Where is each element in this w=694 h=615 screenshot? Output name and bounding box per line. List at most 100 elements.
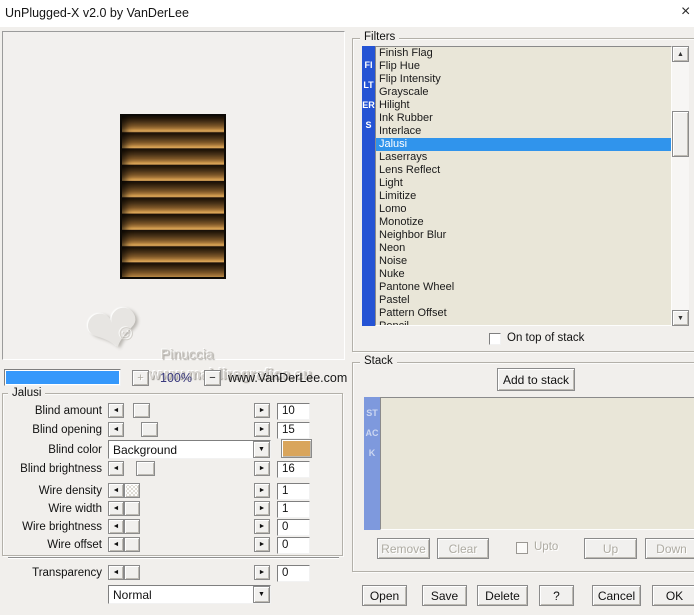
filter-list-item[interactable]: Pattern Offset [376, 307, 671, 320]
filter-list-item[interactable]: Interlace [376, 125, 671, 138]
preview-panel[interactable]: ❤ ☺ Pinuccia www.maidiregrafica.eu [2, 31, 345, 383]
slider-thumb[interactable] [136, 461, 155, 476]
chevron-down-icon[interactable]: ▼ [253, 586, 270, 603]
close-icon[interactable]: × [681, 3, 690, 21]
remove-button[interactable]: Remove [377, 538, 430, 559]
scrollbar-thumb[interactable] [672, 111, 689, 157]
scroll-up-icon[interactable]: ▲ [672, 46, 689, 62]
filter-list-item[interactable]: Hilight [376, 99, 671, 112]
stack-list[interactable] [380, 397, 694, 530]
param-value-input[interactable]: 1 [277, 483, 310, 500]
title-bar: UnPlugged-X v2.0 by VanDerLee × [0, 0, 694, 27]
blend-mode-dropdown[interactable]: Normal ▼ [108, 585, 271, 604]
filter-list-item[interactable]: Nuke [376, 268, 671, 281]
param-value-input[interactable]: 0 [277, 537, 310, 554]
filter-list-item[interactable]: Laserrays [376, 151, 671, 164]
slider-thumb[interactable] [124, 519, 140, 534]
arrow-right-icon[interactable]: ► [254, 403, 270, 418]
arrow-left-icon[interactable]: ◄ [108, 403, 124, 418]
filters-scrollbar[interactable]: ▲ ▼ [672, 46, 689, 326]
param-value-input[interactable]: 0 [277, 519, 310, 536]
filter-list-item[interactable]: Lomo [376, 203, 671, 216]
blind-color-swatch[interactable] [281, 439, 312, 458]
param-row-wire-brightness: Wire brightness ◄ ► 0 [0, 519, 345, 538]
param-value-input[interactable]: 10 [277, 403, 310, 420]
filter-list-item[interactable]: Neighbor Blur [376, 229, 671, 242]
down-button[interactable]: Down [645, 538, 694, 559]
arrow-right-icon[interactable]: ► [254, 565, 270, 580]
slider-thumb[interactable] [141, 422, 158, 437]
param-value-input[interactable]: 16 [277, 461, 310, 478]
param-label: Blind opening [32, 424, 102, 436]
filter-list-item[interactable]: Lens Reflect [376, 164, 671, 177]
filter-list-item[interactable]: Light [376, 177, 671, 190]
scroll-down-icon[interactable]: ▼ [672, 310, 689, 326]
arrow-right-icon[interactable]: ► [254, 519, 270, 534]
on-top-of-stack-checkbox[interactable] [489, 333, 501, 345]
param-label: Blind amount [34, 405, 102, 417]
clear-button[interactable]: Clear [437, 538, 489, 559]
progress-bar-fill [6, 371, 119, 384]
filter-list-item[interactable]: Flip Intensity [376, 73, 671, 86]
param-value-input[interactable]: 1 [277, 501, 310, 518]
filters-vertical-banner: FILTERS [362, 46, 375, 326]
arrow-left-icon[interactable]: ◄ [108, 483, 124, 498]
slider-thumb[interactable] [124, 565, 140, 580]
filter-list-item[interactable]: Neon [376, 242, 671, 255]
slider-thumb[interactable] [124, 483, 140, 498]
arrow-left-icon[interactable]: ◄ [108, 501, 124, 516]
arrow-right-icon[interactable]: ► [254, 461, 270, 476]
dropdown-value: Background [113, 443, 178, 457]
filter-list-item[interactable]: Grayscale [376, 86, 671, 99]
save-button[interactable]: Save [422, 585, 467, 606]
blend-mode-row: Normal ▼ [0, 585, 345, 604]
zoom-out-button[interactable]: − [204, 370, 221, 386]
delete-button[interactable]: Delete [477, 585, 528, 606]
zoom-level: 100% [160, 371, 192, 385]
jalusi-group-label: Jalusi [8, 387, 46, 399]
slider-thumb[interactable] [124, 537, 140, 552]
filter-list-item[interactable]: Pantone Wheel [376, 281, 671, 294]
param-label: Wire offset [47, 539, 102, 551]
filter-list-item[interactable]: Pencil [376, 320, 671, 325]
add-to-stack-button[interactable]: Add to stack [497, 368, 575, 391]
filter-list-item[interactable]: Noise [376, 255, 671, 268]
filter-list-item[interactable]: Monotize [376, 216, 671, 229]
arrow-left-icon[interactable]: ◄ [108, 461, 124, 476]
help-button[interactable]: ? [539, 585, 574, 606]
arrow-left-icon[interactable]: ◄ [108, 565, 124, 580]
filter-list-item[interactable]: Limitize [376, 190, 671, 203]
blind-color-dropdown[interactable]: Background ▼ [108, 440, 271, 459]
arrow-left-icon[interactable]: ◄ [108, 422, 124, 437]
param-value-input[interactable]: 0 [277, 565, 310, 582]
unplugged-x-dialog: UnPlugged-X v2.0 by VanDerLee × ❤ ☺ Pinu… [0, 0, 694, 615]
chevron-down-icon[interactable]: ▼ [253, 441, 270, 458]
arrow-right-icon[interactable]: ► [254, 537, 270, 552]
slider-thumb[interactable] [124, 501, 140, 516]
upto-checkbox[interactable] [516, 542, 528, 554]
arrow-right-icon[interactable]: ► [254, 422, 270, 437]
arrow-left-icon[interactable]: ◄ [108, 537, 124, 552]
filter-list-item[interactable]: Pastel [376, 294, 671, 307]
slider-thumb[interactable] [133, 403, 150, 418]
open-button[interactable]: Open [362, 585, 407, 606]
arrow-right-icon[interactable]: ► [254, 483, 270, 498]
param-value-input[interactable]: 15 [277, 422, 310, 439]
filter-list-item[interactable]: Flip Hue [376, 60, 671, 73]
arrow-left-icon[interactable]: ◄ [108, 519, 124, 534]
filters-list[interactable]: Finish Flag Flip Hue Flip Intensity Graysca… [375, 46, 672, 326]
param-row-blind-amount: Blind amount ◄ ► 10 [0, 403, 345, 422]
filter-list-item[interactable]: Jalusi [376, 138, 671, 151]
vanderlee-website-link[interactable]: www.VanDerLee.com [228, 371, 347, 385]
param-label: Wire density [38, 485, 102, 497]
stack-vertical-banner: STACK [364, 397, 380, 530]
arrow-right-icon[interactable]: ► [254, 501, 270, 516]
cancel-button[interactable]: Cancel [592, 585, 641, 606]
filter-list-item[interactable]: Ink Rubber [376, 112, 671, 125]
ok-button[interactable]: OK [652, 585, 694, 606]
filter-list-item[interactable]: Finish Flag [376, 47, 671, 60]
zoom-in-button[interactable]: + [132, 370, 149, 386]
up-button[interactable]: Up [584, 538, 637, 559]
param-label: Wire width [48, 503, 102, 515]
param-label: Transparency [32, 567, 102, 579]
